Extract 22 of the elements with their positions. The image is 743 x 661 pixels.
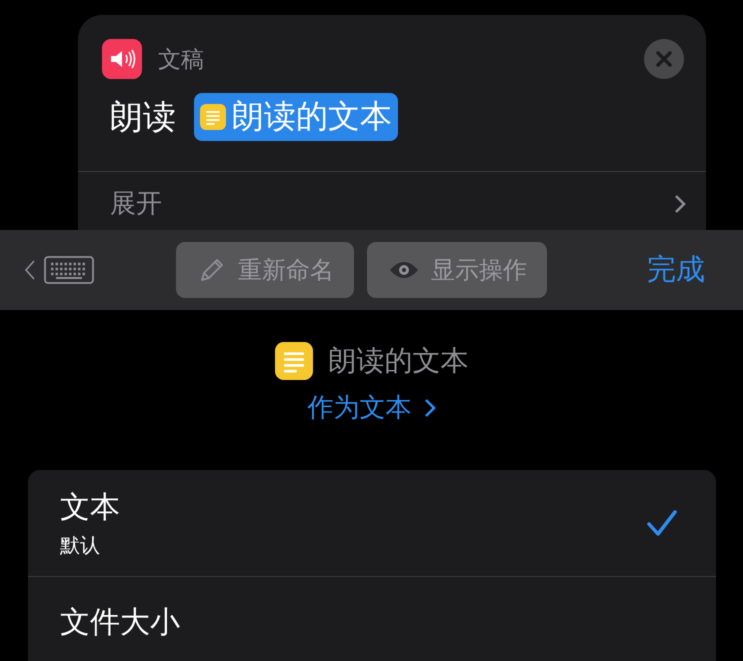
option-title: 文本	[60, 489, 121, 527]
type-link[interactable]: 作为文本	[308, 390, 436, 425]
chevron-right-icon	[424, 398, 436, 418]
chevron-left-icon[interactable]	[24, 259, 36, 281]
close-icon	[655, 50, 673, 68]
eye-icon	[389, 260, 419, 280]
document-icon	[274, 342, 312, 380]
option-title: 文件大小	[60, 604, 181, 642]
expand-row[interactable]: 展开	[110, 186, 674, 221]
variable-token[interactable]: 朗读的文本	[194, 93, 398, 141]
document-icon	[200, 104, 226, 130]
chevron-right-icon	[674, 194, 686, 214]
variable-name: 朗读的文本	[328, 343, 468, 379]
action-verb: 朗读	[110, 96, 176, 138]
speaker-icon	[102, 39, 142, 79]
pencil-icon	[198, 256, 226, 284]
done-button[interactable]: 完成	[647, 250, 705, 290]
option-row[interactable]: 文本 默认	[28, 470, 716, 577]
option-subtitle: 默认	[60, 532, 101, 559]
keyboard-icon[interactable]	[44, 256, 94, 284]
action-category: 文稿	[158, 46, 205, 74]
option-row[interactable]: 文件大小	[28, 577, 716, 661]
